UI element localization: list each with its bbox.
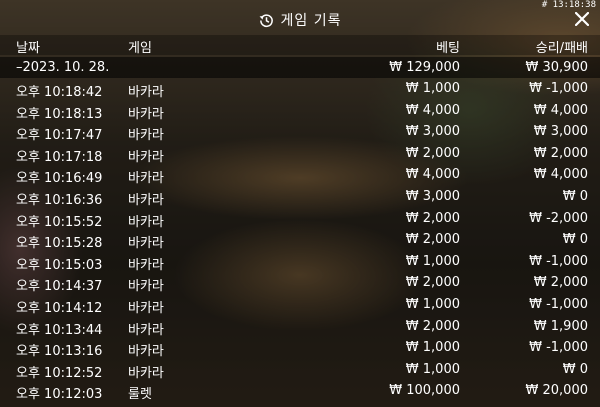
history-row[interactable]: 오후 10:16:36 바카라 ₩ 3,000 ₩ 0 [0, 186, 600, 208]
row-result: ₩ 0 [562, 188, 588, 204]
row-bet: ₩ 1,000 [405, 81, 460, 96]
history-icon [259, 13, 274, 28]
row-bet: ₩ 1,000 [405, 340, 460, 356]
row-bet: ₩ 2,000 [405, 232, 460, 248]
title-bar: 게임 기록 [0, 8, 600, 32]
row-game: 바카라 [128, 236, 164, 252]
history-row[interactable]: 오후 10:17:47 바카라 ₩ 3,000 ₩ 3,000 [0, 121, 600, 143]
row-bet: ₩ 4,000 [405, 167, 460, 183]
row-time: 오후 10:15:52 [16, 214, 103, 230]
row-game: 바카라 [128, 365, 164, 381]
row-game: 바카라 [128, 344, 164, 360]
row-bet: ₩ 2,000 [405, 275, 460, 291]
history-row[interactable]: 오후 10:12:03 룰렛 ₩ 100,000 ₩ 20,000 [0, 380, 600, 402]
history-row[interactable]: 오후 10:18:13 바카라 ₩ 4,000 ₩ 4,000 [0, 100, 600, 122]
history-row[interactable]: 오후 10:15:52 바카라 ₩ 2,000 ₩ -2,000 [0, 208, 600, 230]
row-bet: ₩ 1,000 [405, 253, 460, 269]
row-result: ₩ -1,000 [529, 253, 588, 269]
history-row[interactable]: 오후 10:13:44 바카라 ₩ 2,000 ₩ 1,900 [0, 316, 600, 338]
row-bet: ₩ 2,000 [405, 210, 460, 226]
row-time: 오후 10:17:18 [16, 149, 103, 165]
row-result: ₩ -1,000 [529, 81, 588, 96]
row-game: 바카라 [128, 149, 164, 165]
row-result: ₩ 0 [562, 361, 588, 377]
close-icon [575, 12, 589, 26]
history-row[interactable]: 오후 10:13:16 바카라 ₩ 1,000 ₩ -1,000 [0, 337, 600, 359]
header-result: 승리/패배 [535, 41, 588, 56]
row-time: 오후 10:13:44 [16, 322, 103, 338]
history-row[interactable]: 오후 10:14:12 바카라 ₩ 1,000 ₩ -1,000 [0, 294, 600, 316]
row-time: 오후 10:16:36 [16, 192, 103, 208]
row-result: ₩ 4,000 [533, 167, 588, 183]
row-time: 오후 10:17:47 [16, 128, 103, 144]
history-row[interactable]: 오후 10:12:52 바카라 ₩ 1,000 ₩ 0 [0, 359, 600, 381]
history-list: 오후 10:18:42 바카라 ₩ 1,000 ₩ -1,000 오후 10:18:13… [0, 78, 600, 402]
summary-date: –2023. 10. 28. [16, 60, 110, 75]
row-bet: ₩ 2,000 [405, 145, 460, 161]
row-game: 바카라 [128, 106, 164, 122]
date-summary-row[interactable]: –2023. 10. 28. ₩ 129,000 ₩ 30,900 [0, 57, 600, 78]
row-game: 룰렛 [128, 387, 152, 403]
row-time: 오후 10:13:16 [16, 344, 103, 360]
row-time: 오후 10:18:13 [16, 106, 103, 122]
row-game: 바카라 [128, 128, 164, 144]
history-row[interactable]: 오후 10:15:28 바카라 ₩ 2,000 ₩ 0 [0, 229, 600, 251]
row-time: 오후 10:14:37 [16, 279, 103, 295]
row-bet: ₩ 2,000 [405, 318, 460, 334]
row-game: 바카라 [128, 300, 164, 316]
row-result: ₩ -1,000 [529, 340, 588, 356]
summary-result: ₩ 30,900 [525, 60, 588, 75]
header-bet: 베팅 [436, 41, 460, 56]
row-time: 오후 10:16:49 [16, 171, 103, 187]
row-result: ₩ 4,000 [533, 102, 588, 118]
history-row[interactable]: 오후 10:18:42 바카라 ₩ 1,000 ₩ -1,000 [0, 78, 600, 100]
row-result: ₩ 2,000 [533, 145, 588, 161]
row-game: 바카라 [128, 257, 164, 273]
row-bet: ₩ 3,000 [405, 124, 460, 140]
row-game: 바카라 [128, 171, 164, 187]
table-header: 날짜 게임 베팅 승리/패배 [0, 35, 600, 56]
row-game: 바카라 [128, 192, 164, 208]
row-result: ₩ -2,000 [529, 210, 588, 226]
row-bet: ₩ 3,000 [405, 188, 460, 204]
row-result: ₩ 0 [562, 232, 588, 248]
row-result: ₩ 3,000 [533, 124, 588, 140]
row-result: ₩ 1,900 [533, 318, 588, 334]
row-time: 오후 10:12:52 [16, 365, 103, 381]
row-game: 바카라 [128, 214, 164, 230]
page-title: 게임 기록 [280, 13, 342, 29]
row-game: 바카라 [128, 322, 164, 338]
row-bet: ₩ 100,000 [389, 383, 460, 399]
header-date: 날짜 [16, 41, 40, 56]
row-bet: ₩ 1,000 [405, 361, 460, 377]
history-row[interactable]: 오후 10:14:37 바카라 ₩ 2,000 ₩ 2,000 [0, 272, 600, 294]
history-row[interactable]: 오후 10:17:18 바카라 ₩ 2,000 ₩ 2,000 [0, 143, 600, 165]
header-game: 게임 [128, 41, 152, 56]
history-row[interactable]: 오후 10:15:03 바카라 ₩ 1,000 ₩ -1,000 [0, 251, 600, 273]
row-bet: ₩ 4,000 [405, 102, 460, 118]
row-time: 오후 10:15:28 [16, 236, 103, 252]
row-time: 오후 10:12:03 [16, 387, 103, 403]
row-game: 바카라 [128, 85, 164, 100]
row-bet: ₩ 1,000 [405, 296, 460, 312]
row-result: ₩ 20,000 [525, 383, 588, 399]
summary-bet: ₩ 129,000 [389, 60, 460, 75]
row-time: 오후 10:14:12 [16, 300, 103, 316]
row-result: ₩ 2,000 [533, 275, 588, 291]
row-result: ₩ -1,000 [529, 296, 588, 312]
row-game: 바카라 [128, 279, 164, 295]
row-time: 오후 10:18:42 [16, 85, 103, 100]
row-time: 오후 10:15:03 [16, 257, 103, 273]
history-row[interactable]: 오후 10:16:49 바카라 ₩ 4,000 ₩ 4,000 [0, 164, 600, 186]
close-button[interactable] [572, 9, 592, 29]
